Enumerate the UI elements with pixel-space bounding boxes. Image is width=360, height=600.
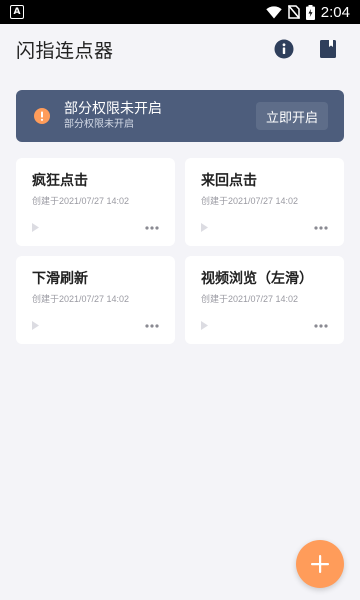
card-title: 下滑刷新 [32,271,88,287]
enable-now-button[interactable]: 立即开启 [256,102,328,130]
no-sim-icon [287,5,300,19]
card-date: 创建于2021/07/27 14:02 [32,196,130,206]
notification-icon: A [10,5,24,19]
script-card[interactable]: 视频浏览（左滑） 创建于2021/07/27 14:02 [185,256,344,344]
battery-icon [305,4,315,20]
play-icon[interactable] [201,321,208,330]
card-date: 创建于2021/07/27 14:02 [32,294,130,304]
page-title: 闪指连点器 [16,39,114,62]
more-icon[interactable] [145,324,159,328]
more-icon[interactable] [314,324,328,328]
more-icon[interactable] [145,226,159,230]
card-date: 创建于2021/07/27 14:02 [201,294,299,304]
card-title: 视频浏览（左滑） [201,271,313,287]
script-card[interactable]: 来回点击 创建于2021/07/27 14:02 [185,158,344,246]
card-title: 来回点击 [201,173,257,189]
app-bar: 闪指连点器 [0,24,360,74]
status-bar: A 2:04 [0,0,360,24]
card-title: 疯狂点击 [32,173,88,189]
play-icon[interactable] [32,223,39,232]
warning-icon [34,108,50,124]
info-icon[interactable] [274,39,294,59]
play-icon[interactable] [32,321,39,330]
bookmark-book-icon[interactable] [320,40,336,58]
wifi-icon [266,5,282,18]
more-icon[interactable] [314,226,328,230]
status-time: 2:04 [320,3,350,21]
banner-subtitle: 部分权限未开启 [64,119,134,130]
script-card[interactable]: 下滑刷新 创建于2021/07/27 14:02 [16,256,175,344]
card-date: 创建于2021/07/27 14:02 [201,196,299,206]
add-script-button[interactable] [296,540,344,588]
play-icon[interactable] [201,223,208,232]
plus-icon [311,555,329,573]
banner-title: 部分权限未开启 [64,101,162,117]
script-card[interactable]: 疯狂点击 创建于2021/07/27 14:02 [16,158,175,246]
permission-banner: 部分权限未开启 部分权限未开启 立即开启 [16,90,344,142]
